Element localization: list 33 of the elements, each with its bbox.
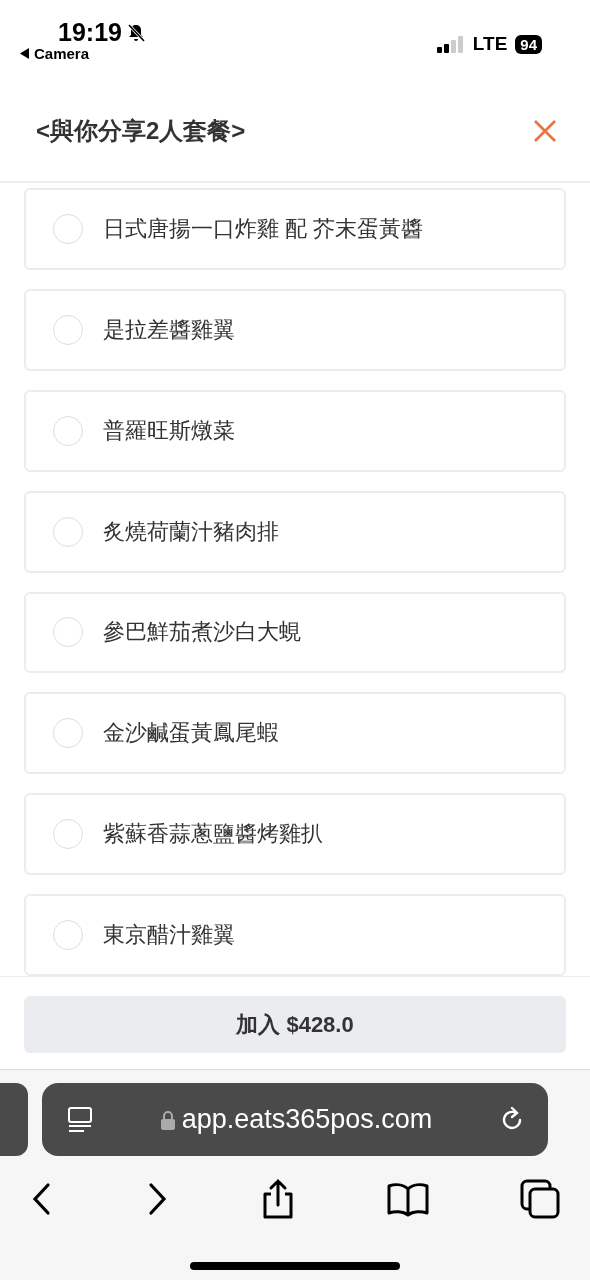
option-card[interactable]: 紫蘇香蒜蔥鹽醬烤雞扒 — [24, 793, 566, 876]
book-icon[interactable] — [387, 1181, 429, 1217]
option-label: 金沙鹹蛋黃鳳尾蝦 — [103, 719, 279, 748]
option-label: 東京醋汁雞翼 — [103, 921, 235, 950]
url-text[interactable]: app.eats365pos.com — [181, 1104, 433, 1135]
option-label: 炙燒荷蘭汁豬肉排 — [103, 517, 279, 546]
option-card[interactable]: 是拉差醬雞翼 — [24, 288, 566, 371]
dialog-title: <與你分享2人套餐> — [36, 115, 246, 146]
lock-icon — [159, 1109, 176, 1130]
option-card[interactable]: 參巴鮮茄煮沙白大蜆 — [24, 591, 566, 674]
option-label: 參巴鮮茄煮沙白大蜆 — [103, 618, 301, 647]
option-label: 普羅旺斯燉菜 — [103, 416, 235, 445]
add-to-order-button[interactable]: 加入 $428.0 — [24, 996, 566, 1053]
tab-preview[interactable] — [0, 1083, 28, 1156]
option-label: 日式唐揚一口炸雞 配 芥末蛋黃醬 — [103, 214, 424, 243]
network-label: LTE — [472, 33, 508, 55]
option-card[interactable]: 金沙鹹蛋黃鳳尾蝦 — [24, 692, 566, 775]
option-card[interactable]: 炙燒荷蘭汁豬肉排 — [24, 490, 566, 573]
battery-level: 94 — [515, 34, 542, 54]
option-label: 是拉差醬雞翼 — [103, 315, 235, 344]
back-app-link[interactable]: Camera — [34, 45, 90, 62]
tabs-icon[interactable] — [520, 1179, 560, 1219]
option-card[interactable]: 日式唐揚一口炸雞 配 芥末蛋黃醬 — [24, 188, 566, 270]
back-triangle-icon[interactable] — [20, 48, 30, 59]
option-label: 紫蘇香蒜蔥鹽醬烤雞扒 — [103, 820, 323, 849]
signal-icon — [436, 35, 465, 53]
option-card[interactable]: 東京醋汁雞翼 — [24, 894, 566, 976]
close-button[interactable] — [532, 117, 558, 144]
address-bar[interactable]: app.eats365pos.com — [42, 1083, 548, 1156]
clock-time: 19:19 — [58, 18, 122, 47]
option-card[interactable]: 普羅旺斯燉菜 — [24, 389, 566, 472]
muted-bell-icon — [125, 22, 146, 43]
reader-icon[interactable] — [66, 1105, 94, 1134]
